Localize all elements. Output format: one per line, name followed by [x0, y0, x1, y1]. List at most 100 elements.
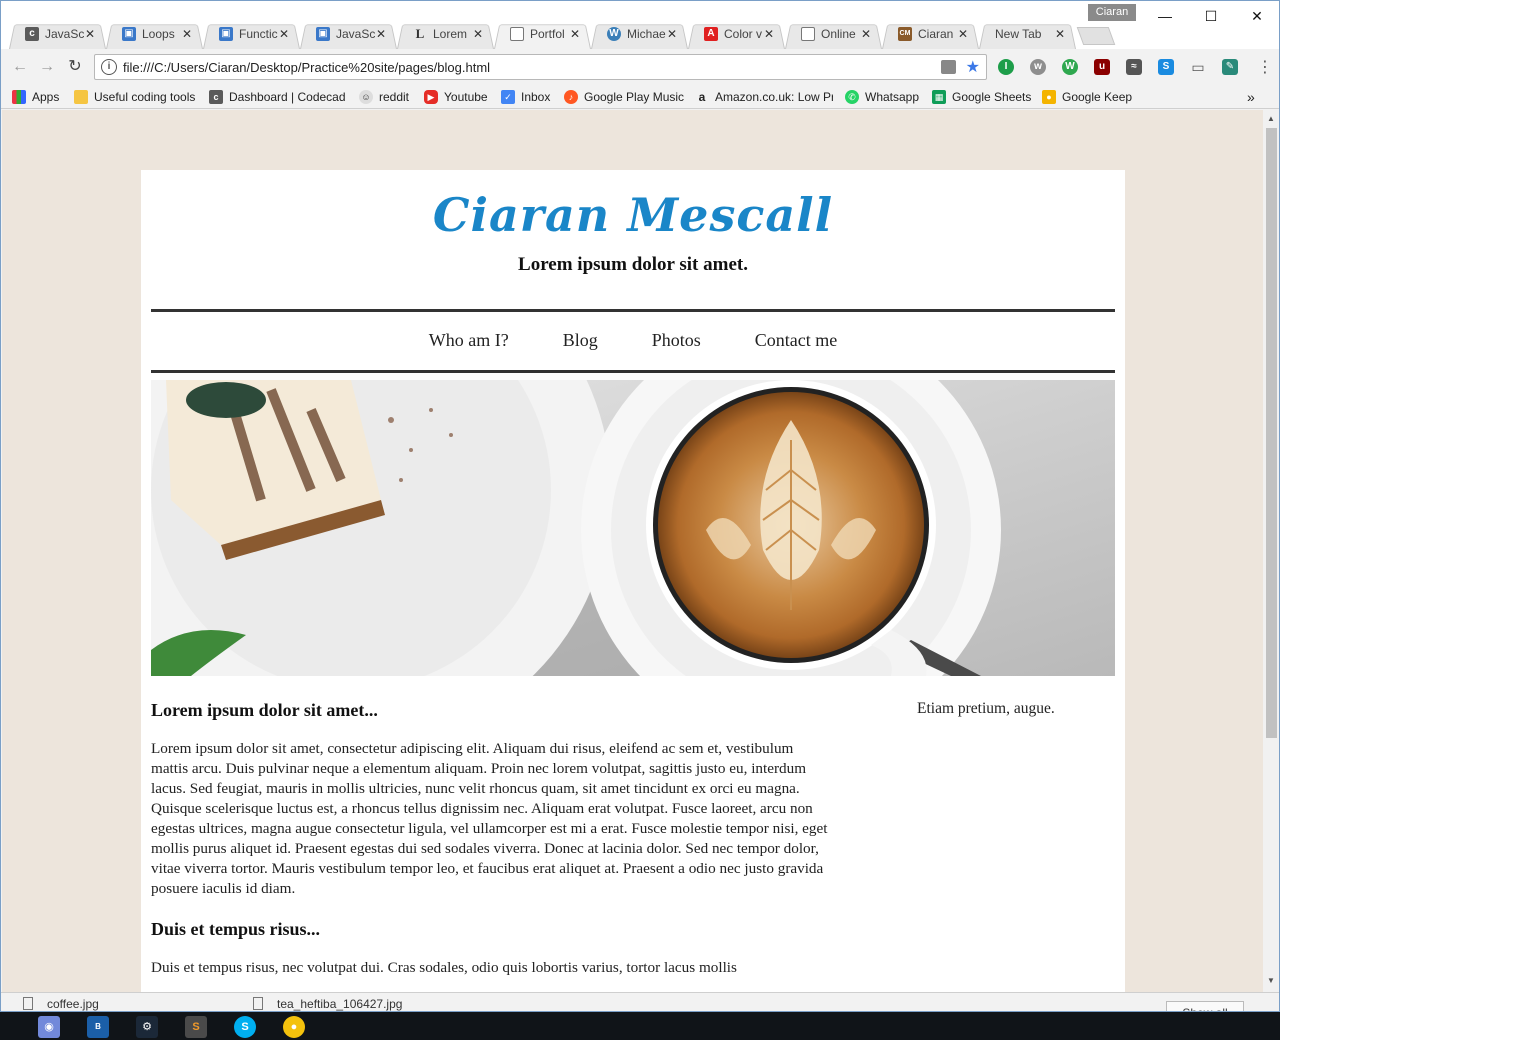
minimize-icon[interactable]: — — [1142, 1, 1188, 31]
bookmark-star-icon[interactable]: ★ — [966, 57, 980, 77]
extension-pen-icon[interactable]: ✎ — [1222, 59, 1238, 75]
address-bar[interactable]: i file:///C:/Users/Ciaran/Desktop/Practi… — [94, 54, 987, 80]
page-viewport: Ciaran Mescall Lorem ipsum dolor sit ame… — [2, 110, 1263, 992]
tab-6[interactable]: W Michae ✕ — [591, 19, 688, 49]
tab-3[interactable]: ▣ JavaSc ✕ — [300, 19, 397, 49]
tab-title: Online — [821, 27, 856, 41]
bookmarks-overflow-icon[interactable]: » — [1247, 88, 1255, 106]
page-icon — [801, 27, 815, 41]
tab-4[interactable]: L Lorem ✕ — [397, 19, 494, 49]
close-tab-icon[interactable]: ✕ — [569, 27, 581, 41]
scroll-down-icon[interactable]: ▼ — [1267, 976, 1275, 985]
tab-0[interactable]: c JavaSc ✕ — [9, 19, 106, 49]
ublock-icon[interactable]: u — [1094, 59, 1110, 75]
bookmark-codecademy[interactable]: c Dashboard | Codecad — [209, 88, 346, 106]
close-window-icon[interactable]: ✕ — [1234, 1, 1279, 31]
reddit-icon: ☺ — [359, 90, 373, 104]
show-all-button[interactable]: Show all — [1166, 1001, 1244, 1011]
bookmark-google-sheets[interactable]: ▦ Google Sheets — [932, 88, 1031, 106]
close-tab-icon[interactable]: ✕ — [860, 27, 872, 41]
course-icon: ▣ — [219, 27, 233, 41]
bookmark-youtube[interactable]: ▶ Youtube — [424, 88, 488, 106]
profile-button[interactable]: Ciaran — [1088, 4, 1136, 21]
download-item[interactable]: tea_heftiba_106427.jpg — [253, 997, 403, 1011]
tab-title: Ciaran — [918, 27, 954, 41]
translate-icon[interactable] — [941, 60, 956, 74]
close-tab-icon[interactable]: ✕ — [666, 27, 678, 41]
bookmark-label: Inbox — [521, 90, 551, 104]
close-tab-icon[interactable]: ✕ — [957, 27, 969, 41]
site-subtitle: Lorem ipsum dolor sit amet. — [518, 254, 748, 275]
nav-photos[interactable]: Photos — [652, 330, 701, 351]
bookmark-inbox[interactable]: ✓ Inbox — [501, 88, 550, 106]
scroll-up-icon[interactable]: ▲ — [1267, 114, 1275, 123]
tab-title: New Tab — [995, 27, 1042, 41]
maximize-icon[interactable]: ☐ — [1188, 1, 1234, 31]
whatsapp-icon: ✆ — [845, 90, 859, 104]
bookmark-whatsapp[interactable]: ✆ Whatsapp — [845, 88, 919, 106]
extension-w-gray-icon[interactable]: w — [1030, 59, 1046, 75]
nav-contact-me[interactable]: Contact me — [755, 330, 837, 351]
bookmark-apps[interactable]: Apps — [12, 88, 59, 106]
download-name: tea_heftiba_106427.jpg — [277, 997, 403, 1011]
bookmark-amazon[interactable]: a Amazon.co.uk: Low Pr — [695, 88, 833, 106]
info-icon[interactable]: i — [101, 59, 117, 75]
close-tab-icon[interactable]: ✕ — [763, 27, 775, 41]
tab-title: Michae — [627, 27, 666, 41]
extension-w-green-icon[interactable]: W — [1062, 59, 1078, 75]
hero-image-coffee — [151, 380, 1115, 676]
tab-2[interactable]: ▣ Functic ✕ — [203, 19, 300, 49]
menu-icon[interactable]: ⋮ — [1257, 57, 1273, 77]
tab-10[interactable]: New Tab ✕ — [979, 19, 1076, 49]
close-tab-icon[interactable]: ✕ — [375, 27, 387, 41]
forward-icon[interactable]: → — [37, 57, 57, 77]
course-icon: ▣ — [122, 27, 136, 41]
post-heading: Lorem ipsum dolor sit amet... — [151, 700, 378, 720]
extension-s-icon[interactable]: S — [1158, 59, 1174, 75]
close-tab-icon[interactable]: ✕ — [181, 27, 193, 41]
youtube-icon: ▶ — [424, 90, 438, 104]
file-icon — [253, 997, 263, 1010]
bookmark-useful-coding-tools[interactable]: Useful coding tools — [74, 88, 195, 106]
reload-icon[interactable]: ↻ — [65, 57, 85, 77]
codecademy-icon: c — [209, 90, 223, 104]
vertical-scrollbar[interactable]: ▲ ▼ — [1263, 110, 1279, 992]
bookmark-reddit[interactable]: ☺ reddit — [359, 88, 409, 106]
tab-title: Portfol — [530, 27, 565, 41]
chrome-icon[interactable]: ● — [283, 1016, 305, 1038]
skype-icon[interactable]: S — [234, 1016, 256, 1038]
tab-title: JavaSc — [45, 27, 84, 41]
battlenet-icon[interactable]: B — [87, 1016, 109, 1038]
tab-7[interactable]: A Color v ✕ — [688, 19, 785, 49]
close-tab-icon[interactable]: ✕ — [1054, 27, 1066, 41]
page-container: Ciaran Mescall Lorem ipsum dolor sit ame… — [141, 170, 1125, 992]
steam-icon[interactable]: ⚙ — [136, 1016, 158, 1038]
close-tab-icon[interactable]: ✕ — [472, 27, 484, 41]
extension-shoe-icon[interactable]: ≈ — [1126, 59, 1142, 75]
scroll-thumb[interactable] — [1266, 128, 1277, 738]
bookmark-google-play-music[interactable]: ♪ Google Play Music — [564, 88, 684, 106]
download-item[interactable]: coffee.jpg — [23, 997, 99, 1011]
cast-icon[interactable]: ▭ — [1190, 59, 1206, 75]
close-tab-icon[interactable]: ✕ — [278, 27, 290, 41]
new-tab-button[interactable] — [1076, 27, 1116, 45]
address-url[interactable]: file:///C:/Users/Ciaran/Desktop/Practice… — [123, 60, 490, 75]
sublime-icon[interactable]: S — [185, 1016, 207, 1038]
close-tab-icon[interactable]: ✕ — [84, 27, 96, 41]
bookmark-google-keep[interactable]: ● Google Keep — [1042, 88, 1132, 106]
inbox-icon: ✓ — [501, 90, 515, 104]
apps-grid-icon — [12, 90, 26, 104]
back-icon[interactable]: ← — [10, 57, 30, 77]
bookmark-label: reddit — [379, 90, 410, 104]
discord-icon[interactable]: ◉ — [38, 1016, 60, 1038]
bookmark-label: Dashboard | Codecad — [229, 90, 346, 104]
tab-9[interactable]: CM Ciaran ✕ — [882, 19, 979, 49]
extension-i-icon[interactable]: I — [998, 59, 1014, 75]
bookmark-label: Amazon.co.uk: Low Pr — [715, 90, 833, 104]
tab-5-active[interactable]: Portfol ✕ — [494, 19, 591, 49]
nav-who-am-i[interactable]: Who am I? — [429, 330, 509, 351]
page-icon — [510, 27, 524, 41]
tab-1[interactable]: ▣ Loops ✕ — [106, 19, 203, 49]
tab-8[interactable]: Online ✕ — [785, 19, 882, 49]
nav-blog[interactable]: Blog — [563, 330, 598, 351]
